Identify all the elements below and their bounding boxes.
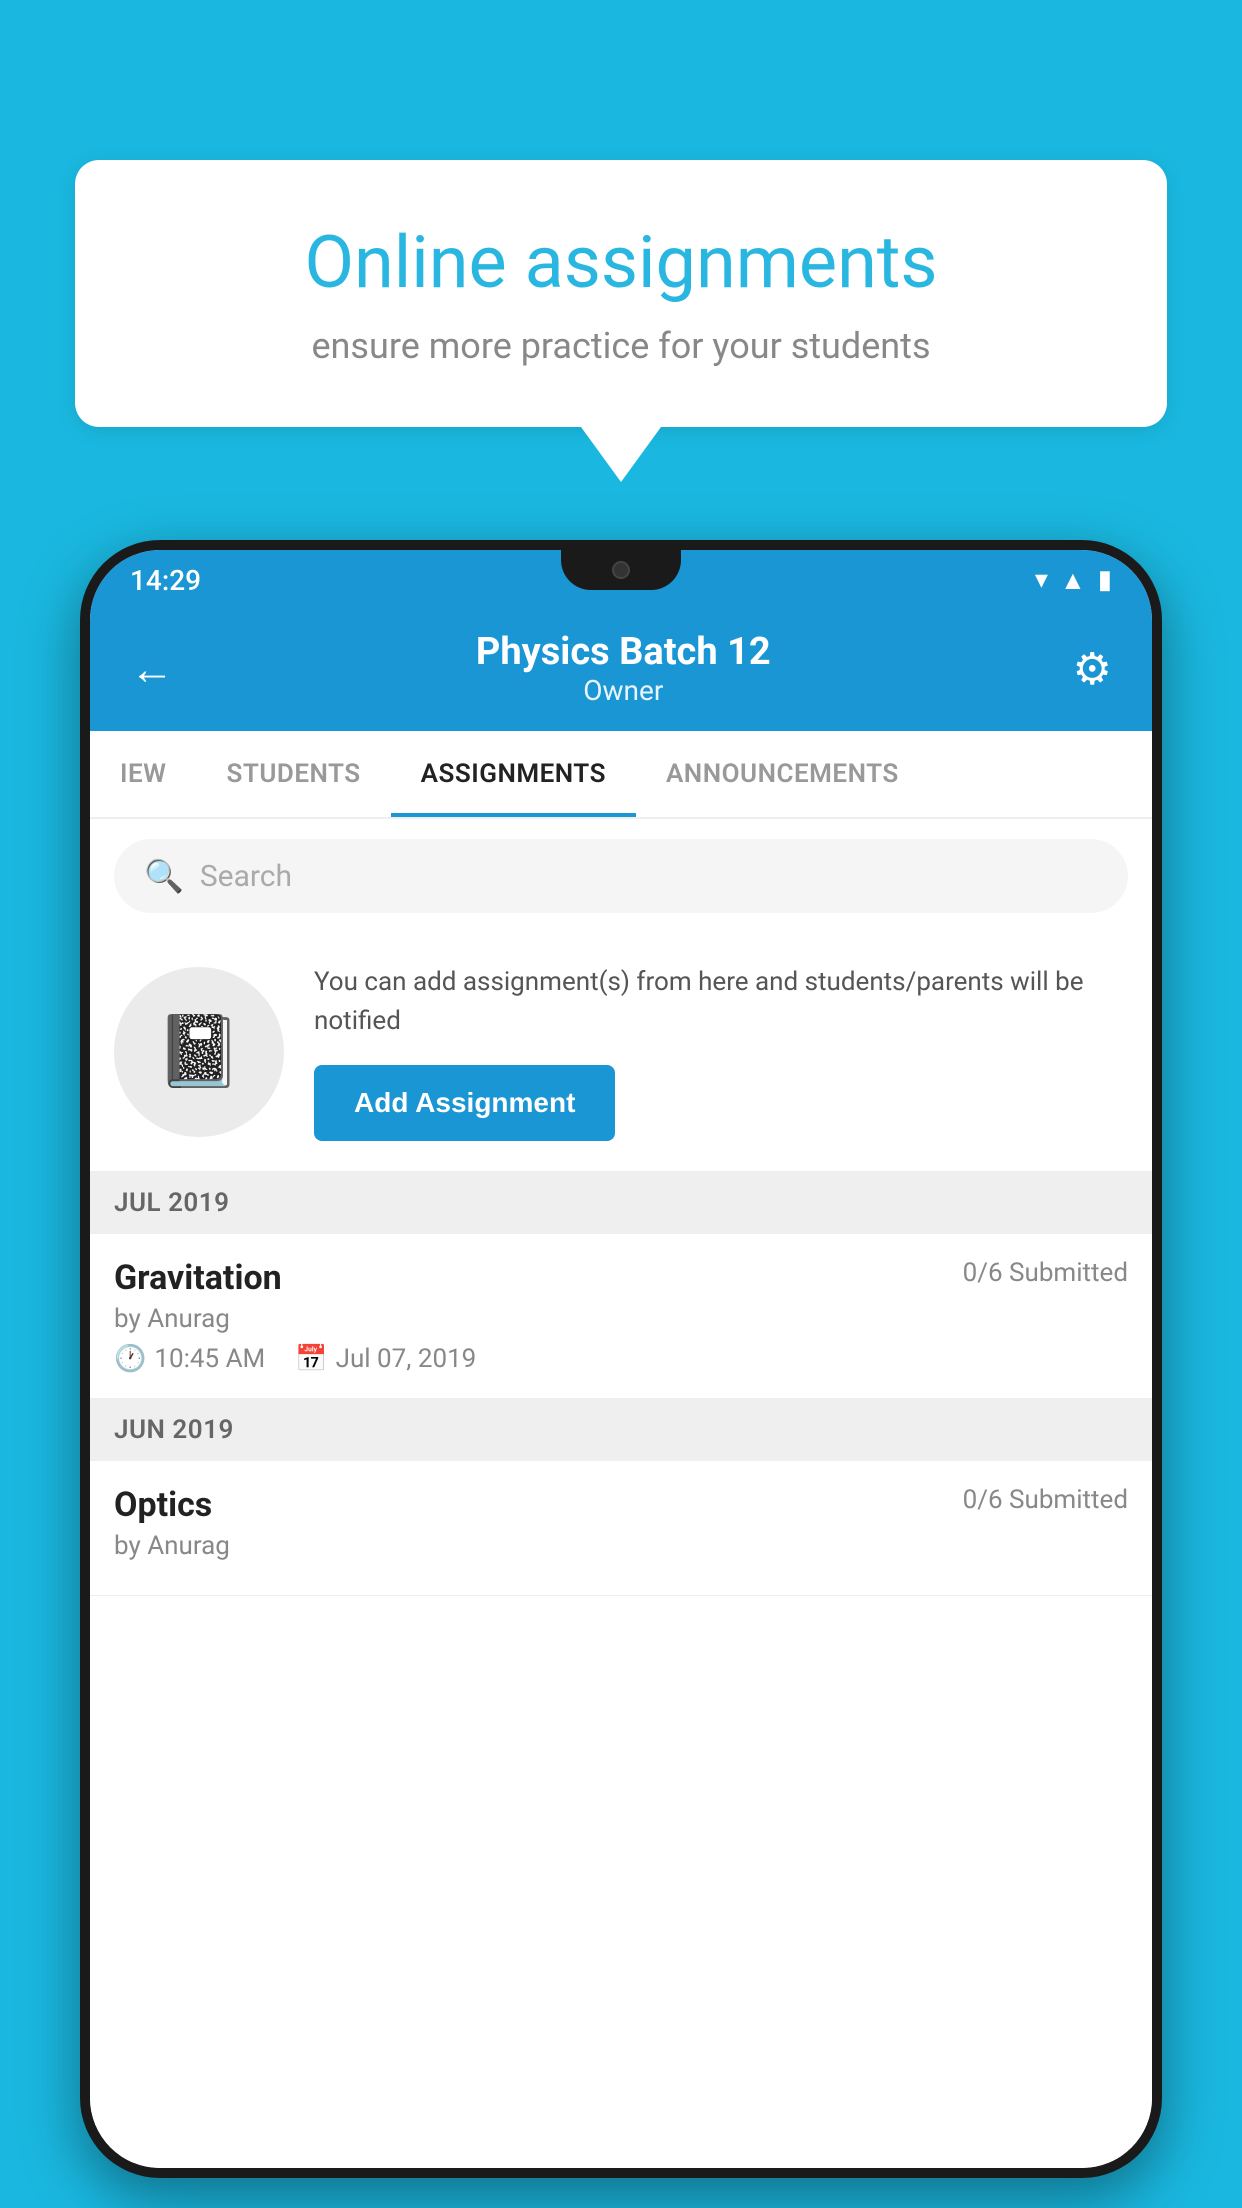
search-placeholder: Search bbox=[200, 859, 292, 894]
app-header: ← Physics Batch 12 Owner ⚙ bbox=[90, 610, 1152, 731]
search-bar-wrapper: 🔍 Search bbox=[90, 819, 1152, 933]
assignment-item-optics[interactable]: Optics 0/6 Submitted by Anurag bbox=[90, 1461, 1152, 1596]
assignment-by-optics: by Anurag bbox=[114, 1531, 1128, 1561]
front-camera bbox=[612, 561, 630, 579]
header-center: Physics Batch 12 Owner bbox=[476, 630, 771, 707]
assignment-top-row: Gravitation 0/6 Submitted bbox=[114, 1258, 1128, 1298]
header-subtitle: Owner bbox=[476, 674, 771, 707]
tab-assignments[interactable]: ASSIGNMENTS bbox=[391, 731, 636, 817]
promo-block: 📓 You can add assignment(s) from here an… bbox=[90, 933, 1152, 1172]
status-icons: ▾ ▲ ▮ bbox=[1035, 565, 1112, 596]
bubble-subtitle: ensure more practice for your students bbox=[145, 325, 1097, 367]
assignment-by-gravitation: by Anurag bbox=[114, 1304, 1128, 1334]
status-time: 14:29 bbox=[130, 564, 201, 597]
tab-students[interactable]: STUDENTS bbox=[196, 731, 390, 817]
tabs-container: IEW STUDENTS ASSIGNMENTS ANNOUNCEMENTS bbox=[90, 731, 1152, 819]
header-title: Physics Batch 12 bbox=[476, 630, 771, 674]
assignment-meta-gravitation: 🕐 10:45 AM 📅 Jul 07, 2019 bbox=[114, 1344, 1128, 1374]
speech-bubble-container: Online assignments ensure more practice … bbox=[75, 160, 1167, 482]
phone-content: 🔍 Search 📓 You can add assignment(s) fro… bbox=[90, 819, 1152, 2168]
speech-bubble-tail bbox=[581, 427, 661, 482]
add-assignment-button[interactable]: Add Assignment bbox=[314, 1065, 615, 1141]
tab-announcements[interactable]: ANNOUNCEMENTS bbox=[636, 731, 929, 817]
wifi-icon: ▾ bbox=[1035, 565, 1048, 595]
calendar-icon: 📅 bbox=[295, 1344, 327, 1374]
meta-date-gravitation: 📅 Jul 07, 2019 bbox=[295, 1344, 476, 1374]
speech-bubble: Online assignments ensure more practice … bbox=[75, 160, 1167, 427]
search-icon: 🔍 bbox=[144, 857, 184, 895]
status-bar: 14:29 ▾ ▲ ▮ bbox=[90, 550, 1152, 610]
meta-date-value: Jul 07, 2019 bbox=[336, 1344, 477, 1374]
bubble-title: Online assignments bbox=[145, 220, 1097, 305]
clock-icon: 🕐 bbox=[114, 1344, 146, 1374]
battery-icon: ▮ bbox=[1098, 565, 1112, 595]
section-header-jul: JUL 2019 bbox=[90, 1172, 1152, 1234]
settings-icon[interactable]: ⚙ bbox=[1073, 643, 1112, 695]
phone-frame: 14:29 ▾ ▲ ▮ ← Physics Batch 12 Owner ⚙ I… bbox=[80, 540, 1162, 2178]
promo-text-area: You can add assignment(s) from here and … bbox=[314, 963, 1128, 1141]
assignment-submitted-gravitation: 0/6 Submitted bbox=[963, 1258, 1128, 1288]
tab-iew[interactable]: IEW bbox=[90, 731, 196, 817]
assignment-submitted-optics: 0/6 Submitted bbox=[963, 1485, 1128, 1515]
meta-time-gravitation: 🕐 10:45 AM bbox=[114, 1344, 265, 1374]
assignment-name-gravitation: Gravitation bbox=[114, 1258, 282, 1298]
notch bbox=[561, 550, 681, 590]
assignment-name-optics: Optics bbox=[114, 1485, 212, 1525]
back-button[interactable]: ← bbox=[130, 643, 174, 695]
promo-description: You can add assignment(s) from here and … bbox=[314, 963, 1128, 1041]
search-bar[interactable]: 🔍 Search bbox=[114, 839, 1128, 913]
assignment-item-gravitation[interactable]: Gravitation 0/6 Submitted by Anurag 🕐 10… bbox=[90, 1234, 1152, 1399]
meta-time-value: 10:45 AM bbox=[154, 1344, 265, 1374]
section-header-jun: JUN 2019 bbox=[90, 1399, 1152, 1461]
promo-icon-circle: 📓 bbox=[114, 967, 284, 1137]
signal-icon: ▲ bbox=[1060, 565, 1086, 596]
assignment-top-row-optics: Optics 0/6 Submitted bbox=[114, 1485, 1128, 1525]
notebook-icon: 📓 bbox=[155, 1011, 242, 1093]
phone-screen: 14:29 ▾ ▲ ▮ ← Physics Batch 12 Owner ⚙ I… bbox=[90, 550, 1152, 2168]
